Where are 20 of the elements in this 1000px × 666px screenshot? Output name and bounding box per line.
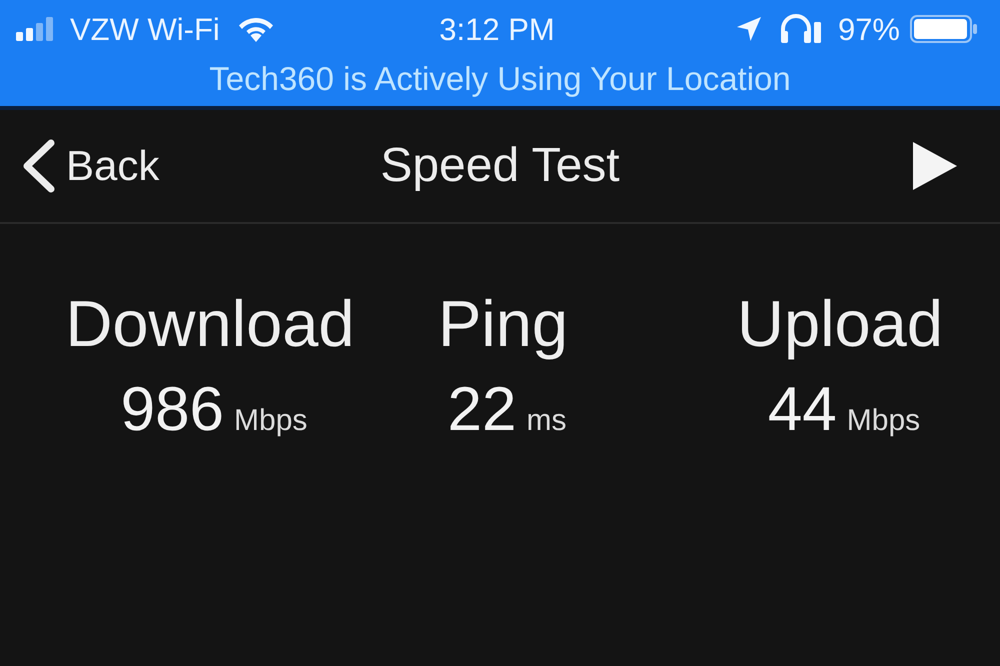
result-unit: ms [526, 406, 566, 436]
result-value: 22 [448, 376, 516, 444]
headphones-icon [780, 14, 822, 44]
battery-icon [910, 15, 978, 43]
carrier-name: VZW Wi-Fi [70, 14, 220, 44]
play-icon[interactable] [912, 141, 958, 191]
wifi-icon [238, 16, 274, 42]
screen-title: Speed Test [380, 142, 620, 190]
result-label: Download [65, 288, 355, 360]
battery-percent: 97% [838, 14, 900, 44]
clock-time: 3:12 PM [439, 14, 555, 44]
result-label: Ping [438, 288, 568, 360]
result-unit: Mbps [846, 406, 920, 436]
result-unit: Mbps [234, 406, 308, 436]
result-label: Upload [737, 288, 943, 360]
result-value: 44 [768, 376, 837, 444]
signal-bars-icon [16, 17, 56, 41]
back-button[interactable]: Back [0, 139, 160, 193]
location-arrow-icon [736, 16, 762, 42]
result-value: 986 [120, 376, 224, 444]
